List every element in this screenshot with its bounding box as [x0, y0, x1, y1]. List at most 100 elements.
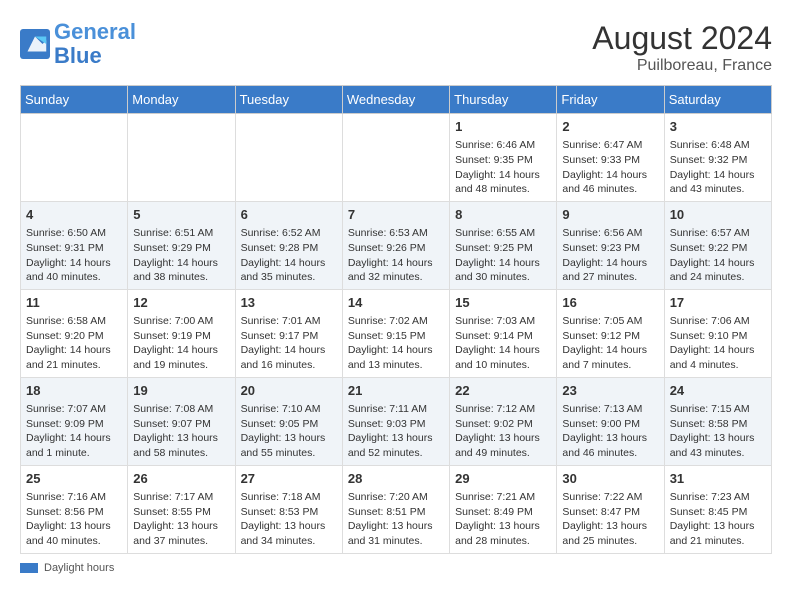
- day-info: Sunrise: 7:05 AM Sunset: 9:12 PM Dayligh…: [562, 314, 658, 373]
- day-number: 2: [562, 118, 658, 136]
- calendar-cell: 15Sunrise: 7:03 AM Sunset: 9:14 PM Dayli…: [450, 289, 557, 377]
- day-number: 3: [670, 118, 766, 136]
- calendar-cell: 5 Sunrise: 6:51 AM Sunset: 9:29 PM Daylig…: [128, 201, 235, 289]
- calendar-cell: 1 Sunrise: 6:46 AM Sunset: 9:35 PM Daylig…: [450, 114, 557, 202]
- day-info: Sunrise: 6:53 AM Sunset: 9:26 PM Dayligh…: [348, 226, 444, 285]
- day-info: Sunrise: 6:57 AM Sunset: 9:22 PM Dayligh…: [670, 226, 766, 285]
- legend-label: Daylight hours: [44, 562, 114, 574]
- calendar-cell: 24 Sunrise: 7:15 AM Sunset: 8:58 PM Dayli…: [664, 377, 771, 465]
- logo: General Blue: [20, 20, 136, 68]
- calendar-cell: 4 Sunrise: 6:50 AM Sunset: 9:31 PM Daylig…: [21, 201, 128, 289]
- day-info: Sunrise: 7:12 AM Sunset: 9:02 PM Dayligh…: [455, 402, 551, 461]
- day-info: Sunrise: 7:16 AM Sunset: 8:56 PM Dayligh…: [26, 490, 122, 549]
- day-info: Sunrise: 7:15 AM Sunset: 8:58 PM Dayligh…: [670, 402, 766, 461]
- day-number: 12: [133, 294, 229, 312]
- calendar-cell: [128, 114, 235, 202]
- calendar-week-row: 1 Sunrise: 6:46 AM Sunset: 9:35 PM Daylig…: [21, 114, 772, 202]
- calendar-cell: 29Sunrise: 7:21 AM Sunset: 8:49 PM Dayli…: [450, 465, 557, 553]
- day-info: Sunrise: 6:47 AM Sunset: 9:33 PM Dayligh…: [562, 138, 658, 197]
- day-number: 11: [26, 294, 122, 312]
- calendar-cell: [21, 114, 128, 202]
- day-info: Sunrise: 6:51 AM Sunset: 9:29 PM Dayligh…: [133, 226, 229, 285]
- day-info: Sunrise: 7:07 AM Sunset: 9:09 PM Dayligh…: [26, 402, 122, 461]
- day-number: 13: [241, 294, 337, 312]
- calendar-cell: 21Sunrise: 7:11 AM Sunset: 9:03 PM Dayli…: [342, 377, 449, 465]
- day-info: Sunrise: 7:22 AM Sunset: 8:47 PM Dayligh…: [562, 490, 658, 549]
- day-number: 17: [670, 294, 766, 312]
- calendar-cell: 9Sunrise: 6:56 AM Sunset: 9:23 PM Daylig…: [557, 201, 664, 289]
- day-number: 26: [133, 470, 229, 488]
- location-title: Puilboreau, France: [592, 57, 772, 75]
- calendar-cell: 18 Sunrise: 7:07 AM Sunset: 9:09 PM Dayli…: [21, 377, 128, 465]
- calendar-cell: 14Sunrise: 7:02 AM Sunset: 9:15 PM Dayli…: [342, 289, 449, 377]
- calendar-cell: 22 Sunrise: 7:12 AM Sunset: 9:02 PM Dayli…: [450, 377, 557, 465]
- day-info: Sunrise: 6:48 AM Sunset: 9:32 PM Dayligh…: [670, 138, 766, 197]
- calendar-table: SundayMondayTuesdayWednesdayThursdayFrid…: [20, 85, 772, 554]
- calendar-cell: 8Sunrise: 6:55 AM Sunset: 9:25 PM Daylig…: [450, 201, 557, 289]
- calendar-cell: 11 Sunrise: 6:58 AM Sunset: 9:20 PM Dayli…: [21, 289, 128, 377]
- day-number: 22: [455, 382, 551, 400]
- day-info: Sunrise: 6:46 AM Sunset: 9:35 PM Dayligh…: [455, 138, 551, 197]
- day-info: Sunrise: 7:06 AM Sunset: 9:10 PM Dayligh…: [670, 314, 766, 373]
- day-info: Sunrise: 7:13 AM Sunset: 9:00 PM Dayligh…: [562, 402, 658, 461]
- logo-blue: Blue: [54, 43, 102, 68]
- weekday-header: Wednesday: [342, 86, 449, 114]
- calendar-cell: [342, 114, 449, 202]
- weekday-header: Thursday: [450, 86, 557, 114]
- day-number: 30: [562, 470, 658, 488]
- calendar-cell: 3 Sunrise: 6:48 AM Sunset: 9:32 PM Daylig…: [664, 114, 771, 202]
- weekday-header: Sunday: [21, 86, 128, 114]
- day-number: 10: [670, 206, 766, 224]
- calendar-week-row: 25 Sunrise: 7:16 AM Sunset: 8:56 PM Dayli…: [21, 465, 772, 553]
- calendar-cell: 19 Sunrise: 7:08 AM Sunset: 9:07 PM Dayli…: [128, 377, 235, 465]
- calendar-cell: 7 Sunrise: 6:53 AM Sunset: 9:26 PM Daylig…: [342, 201, 449, 289]
- weekday-header: Monday: [128, 86, 235, 114]
- day-number: 5: [133, 206, 229, 224]
- calendar-week-row: 4 Sunrise: 6:50 AM Sunset: 9:31 PM Daylig…: [21, 201, 772, 289]
- calendar-cell: 10 Sunrise: 6:57 AM Sunset: 9:22 PM Dayli…: [664, 201, 771, 289]
- day-info: Sunrise: 7:20 AM Sunset: 8:51 PM Dayligh…: [348, 490, 444, 549]
- day-info: Sunrise: 7:00 AM Sunset: 9:19 PM Dayligh…: [133, 314, 229, 373]
- calendar-cell: 2 Sunrise: 6:47 AM Sunset: 9:33 PM Daylig…: [557, 114, 664, 202]
- day-info: Sunrise: 7:11 AM Sunset: 9:03 PM Dayligh…: [348, 402, 444, 461]
- day-number: 1: [455, 118, 551, 136]
- weekday-header: Tuesday: [235, 86, 342, 114]
- day-number: 16: [562, 294, 658, 312]
- day-number: 20: [241, 382, 337, 400]
- day-number: 19: [133, 382, 229, 400]
- day-info: Sunrise: 6:52 AM Sunset: 9:28 PM Dayligh…: [241, 226, 337, 285]
- day-number: 29: [455, 470, 551, 488]
- calendar-week-row: 11 Sunrise: 6:58 AM Sunset: 9:20 PM Dayli…: [21, 289, 772, 377]
- day-info: Sunrise: 7:18 AM Sunset: 8:53 PM Dayligh…: [241, 490, 337, 549]
- calendar-cell: 25 Sunrise: 7:16 AM Sunset: 8:56 PM Dayli…: [21, 465, 128, 553]
- day-number: 14: [348, 294, 444, 312]
- calendar-cell: 13Sunrise: 7:01 AM Sunset: 9:17 PM Dayli…: [235, 289, 342, 377]
- calendar-cell: 12 Sunrise: 7:00 AM Sunset: 9:19 PM Dayli…: [128, 289, 235, 377]
- day-number: 25: [26, 470, 122, 488]
- calendar-cell: 23 Sunrise: 7:13 AM Sunset: 9:00 PM Dayli…: [557, 377, 664, 465]
- day-info: Sunrise: 6:55 AM Sunset: 9:25 PM Dayligh…: [455, 226, 551, 285]
- day-info: Sunrise: 7:08 AM Sunset: 9:07 PM Dayligh…: [133, 402, 229, 461]
- calendar-cell: 17 Sunrise: 7:06 AM Sunset: 9:10 PM Dayli…: [664, 289, 771, 377]
- calendar-header: SundayMondayTuesdayWednesdayThursdayFrid…: [21, 86, 772, 114]
- day-number: 7: [348, 206, 444, 224]
- calendar-cell: 6 Sunrise: 6:52 AM Sunset: 9:28 PM Daylig…: [235, 201, 342, 289]
- logo-icon: [20, 29, 50, 59]
- day-info: Sunrise: 6:50 AM Sunset: 9:31 PM Dayligh…: [26, 226, 122, 285]
- calendar-cell: 31Sunrise: 7:23 AM Sunset: 8:45 PM Dayli…: [664, 465, 771, 553]
- calendar-body: 1 Sunrise: 6:46 AM Sunset: 9:35 PM Daylig…: [21, 114, 772, 554]
- day-number: 18: [26, 382, 122, 400]
- day-number: 28: [348, 470, 444, 488]
- day-number: 6: [241, 206, 337, 224]
- calendar-cell: 26 Sunrise: 7:17 AM Sunset: 8:55 PM Dayli…: [128, 465, 235, 553]
- day-info: Sunrise: 6:58 AM Sunset: 9:20 PM Dayligh…: [26, 314, 122, 373]
- calendar-cell: 30 Sunrise: 7:22 AM Sunset: 8:47 PM Dayli…: [557, 465, 664, 553]
- day-number: 4: [26, 206, 122, 224]
- day-info: Sunrise: 7:17 AM Sunset: 8:55 PM Dayligh…: [133, 490, 229, 549]
- weekday-header: Saturday: [664, 86, 771, 114]
- day-number: 23: [562, 382, 658, 400]
- day-info: Sunrise: 7:10 AM Sunset: 9:05 PM Dayligh…: [241, 402, 337, 461]
- logo-general: General: [54, 19, 136, 44]
- day-number: 24: [670, 382, 766, 400]
- month-year-title: August 2024: [592, 20, 772, 57]
